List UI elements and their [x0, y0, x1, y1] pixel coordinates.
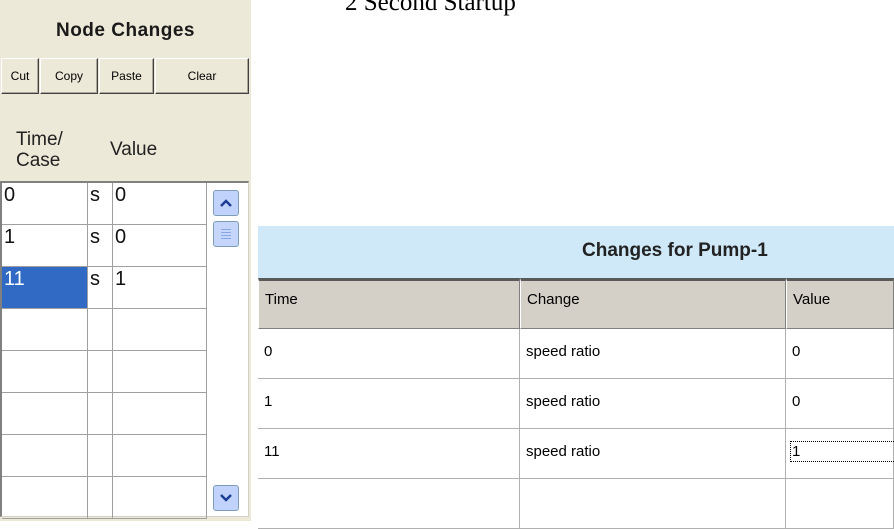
cut-button[interactable]: Cut	[1, 58, 39, 94]
value-cell[interactable]	[786, 479, 894, 529]
grid-row[interactable]	[2, 309, 207, 352]
value-cell-focused[interactable]: 1	[786, 429, 894, 479]
node-changes-grid[interactable]: 0 s 0 1 s 0 11 s 1	[0, 181, 249, 520]
grid-row[interactable]	[2, 477, 207, 520]
time-case-header: Time/ Case	[16, 129, 63, 171]
unit-cell[interactable]	[88, 435, 113, 477]
scroll-thumb[interactable]	[213, 221, 239, 247]
change-cell[interactable]: speed ratio	[520, 379, 786, 429]
unit-cell[interactable]: s	[88, 225, 113, 267]
page-title: 2 Second Startup	[345, 0, 516, 16]
grid-row[interactable]	[2, 435, 207, 478]
clear-button[interactable]: Clear	[155, 58, 249, 94]
change-cell[interactable]: speed ratio	[520, 429, 786, 479]
time-cell[interactable]	[2, 393, 88, 435]
grid-row[interactable]	[2, 351, 207, 394]
column-header-time[interactable]: Time	[258, 278, 520, 329]
paste-button[interactable]: Paste	[99, 58, 154, 94]
time-cell[interactable]	[2, 477, 88, 519]
node-changes-title: Node Changes	[55, 20, 196, 41]
time-cell[interactable]: 11	[258, 429, 520, 479]
unit-cell[interactable]	[88, 351, 113, 393]
unit-cell[interactable]	[88, 393, 113, 435]
chevron-up-icon	[220, 199, 232, 207]
time-cell[interactable]: 0	[258, 329, 520, 379]
unit-cell[interactable]	[88, 309, 113, 351]
scroll-up-button[interactable]	[213, 190, 239, 216]
changes-table: Changes for Pump-1 Time Change Value 0 s…	[258, 226, 894, 529]
unit-cell[interactable]: s	[88, 183, 113, 225]
time-cell[interactable]	[2, 309, 88, 351]
value-cell[interactable]: 0	[786, 329, 894, 379]
time-cell[interactable]	[2, 351, 88, 393]
value-cell[interactable]	[113, 435, 207, 477]
changes-table-title: Changes for Pump-1	[582, 240, 768, 261]
value-cell[interactable]: 1	[113, 267, 207, 309]
change-cell[interactable]: speed ratio	[520, 329, 786, 379]
grid-row[interactable]	[2, 393, 207, 436]
unit-cell[interactable]: s	[88, 267, 113, 309]
grid-row[interactable]: 1 s 0	[2, 225, 207, 268]
vertical-scrollbar[interactable]	[207, 183, 247, 515]
column-header-change[interactable]: Change	[520, 278, 786, 329]
changes-table-title-bar: Changes for Pump-1	[258, 226, 894, 278]
value-cell[interactable]: 0	[113, 183, 207, 225]
value-cell[interactable]	[113, 351, 207, 393]
value-cell[interactable]: 0	[113, 225, 207, 267]
chevron-down-icon	[220, 494, 232, 502]
grid-row[interactable]: 0 s 0	[2, 183, 207, 226]
time-cell[interactable]: 1	[258, 379, 520, 429]
change-cell[interactable]	[520, 479, 786, 529]
scroll-down-button[interactable]	[213, 485, 239, 511]
node-changes-panel: Node Changes Cut Copy Paste Clear Time/ …	[0, 0, 251, 521]
value-cell[interactable]: 0	[786, 379, 894, 429]
value-header: Value	[110, 139, 158, 160]
unit-cell[interactable]	[88, 477, 113, 519]
grid-row-selected[interactable]: 11 s 1	[2, 267, 207, 310]
value-cell-text: 1	[789, 441, 894, 462]
time-cell[interactable]	[258, 479, 520, 529]
value-cell[interactable]	[113, 393, 207, 435]
copy-button[interactable]: Copy	[40, 58, 98, 94]
column-header-value[interactable]: Value	[786, 278, 894, 329]
time-cell[interactable]: 1	[2, 225, 88, 267]
value-cell[interactable]	[113, 309, 207, 351]
time-cell-selected[interactable]: 11	[2, 267, 88, 309]
time-cell[interactable]	[2, 435, 88, 477]
time-cell[interactable]: 0	[2, 183, 88, 225]
value-cell[interactable]	[113, 477, 207, 519]
